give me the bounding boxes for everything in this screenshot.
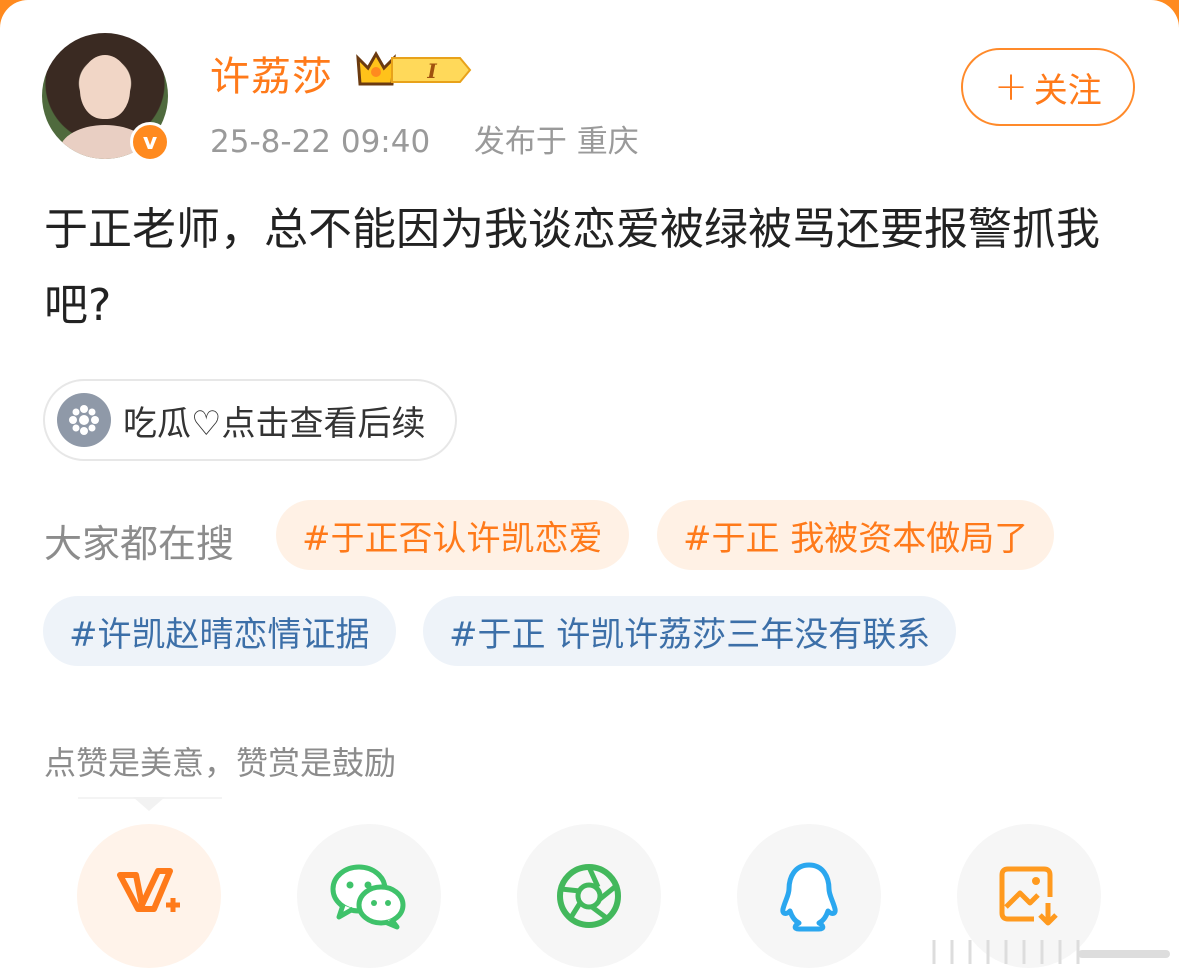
hot-search-tag[interactable]: #许凯赵晴恋情证据	[43, 596, 396, 666]
post-meta: 25-8-22 09:40 发布于 重庆	[210, 116, 639, 161]
hot-search-label: 大家都在搜	[44, 522, 235, 566]
hot-search-tag[interactable]: #于正 许凯许荔莎三年没有联系	[423, 596, 957, 666]
post-text: 于正老师，总不能因为我谈恋爱被绿被骂还要报警抓我吧?	[44, 204, 1100, 331]
scroll-handle-indicator	[932, 940, 1170, 964]
wechat-icon	[330, 864, 406, 930]
weibo-vplus-icon	[117, 868, 180, 912]
crown-level-icon: I	[356, 50, 472, 86]
follow-button[interactable]: + 关注	[961, 48, 1135, 126]
melon-topic-chip[interactable]: 吃瓜♡点击查看后续	[43, 379, 458, 461]
post-location: 发布于 重庆	[473, 124, 639, 160]
verified-badge: v	[130, 122, 170, 162]
melon-topic-label: 吃瓜♡点击查看后续	[123, 403, 426, 444]
plus-icon: +	[994, 64, 1028, 110]
hot-search-tag[interactable]: #于正 我被资本做局了	[657, 500, 1055, 570]
post-timestamp: 25-8-22 09:40	[210, 124, 431, 160]
share-wechat-button[interactable]	[297, 824, 441, 968]
melon-icon	[57, 393, 111, 447]
follow-label: 关注	[1033, 70, 1102, 111]
crown-level-text: I	[426, 59, 437, 83]
qq-icon	[780, 862, 838, 932]
share-qq-button[interactable]	[737, 824, 881, 968]
reward-caption: 点赞是美意，赞赏是鼓励	[44, 744, 397, 782]
hot-search-tag[interactable]: #于正否认许凯恋爱	[276, 500, 629, 570]
moments-icon	[557, 864, 621, 928]
share-weibo-vplus-button[interactable]	[77, 824, 221, 968]
post-card: v 许荔莎 I 25-8-22 09:40 发布于 重庆 + 关注 于正老师，总…	[0, 0, 1179, 978]
share-moments-button[interactable]	[517, 824, 661, 968]
avatar-face	[80, 55, 130, 119]
username[interactable]: 许荔莎	[210, 44, 333, 102]
save-image-icon	[999, 866, 1058, 926]
tooltip-arrow	[133, 797, 165, 811]
